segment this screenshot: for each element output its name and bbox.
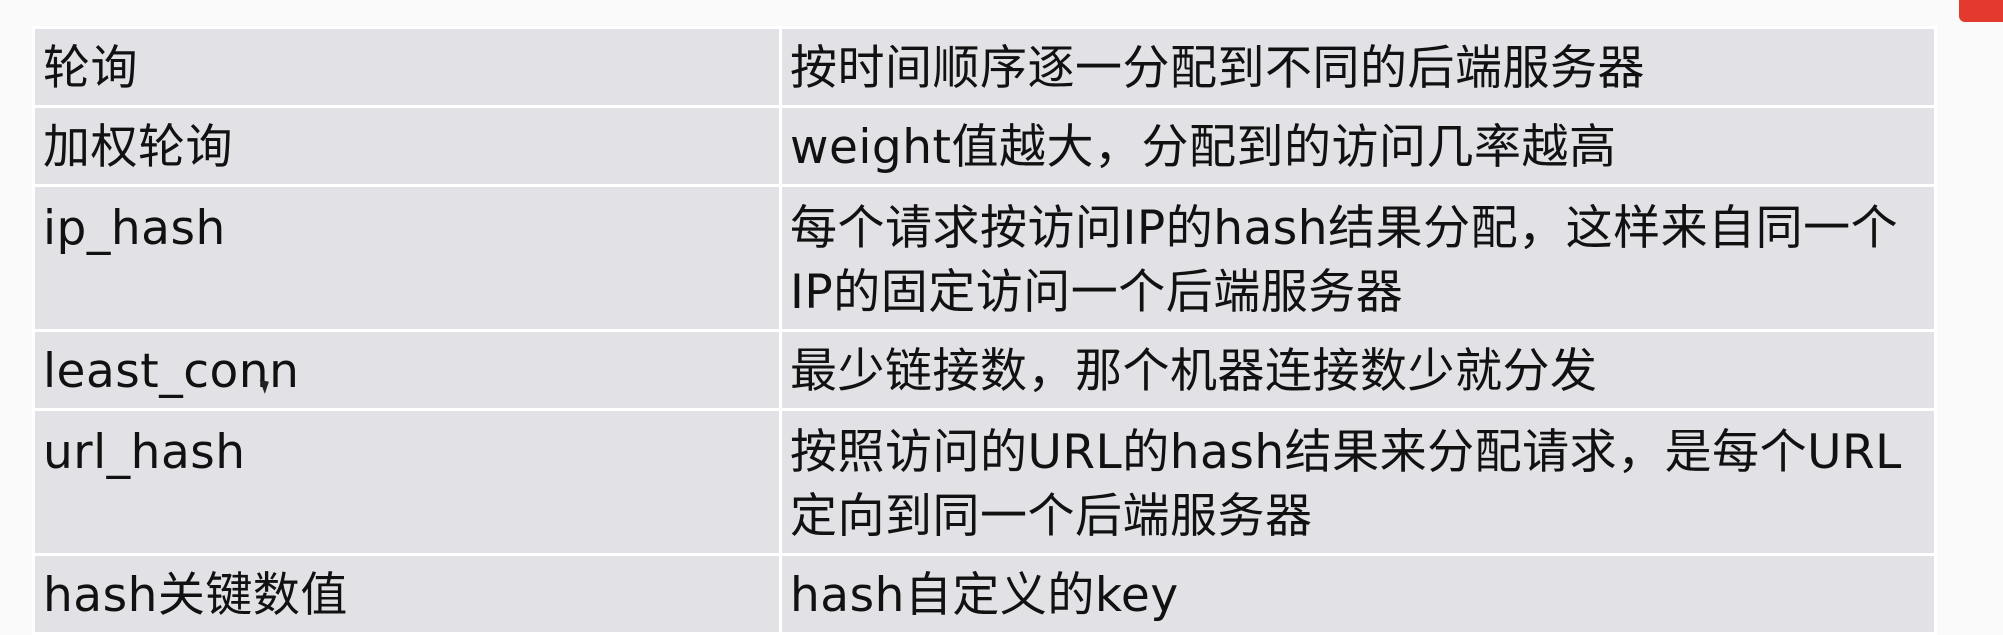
method-cell: hash关键数值 [32,553,782,635]
method-cell: 轮询 [32,26,782,108]
method-cell: least_conn [32,329,782,411]
slide-canvas: 轮询 按时间顺序逐一分配到不同的后端服务器 加权轮询 weight值越大，分配到… [0,0,2003,635]
table-row: url_hash 按照访问的URL的hash结果来分配请求，是每个URL定向到同… [32,408,1937,556]
description-cell: weight值越大，分配到的访问几率越高 [779,105,1937,187]
description-cell: 最少链接数，那个机器连接数少就分发 [779,329,1937,411]
description-cell: 按时间顺序逐一分配到不同的后端服务器 [779,26,1937,108]
method-cell: 加权轮询 [32,105,782,187]
table-row: least_conn 最少链接数，那个机器连接数少就分发 [32,329,1937,411]
method-cell: ip_hash [32,184,782,332]
table-row: 轮询 按时间顺序逐一分配到不同的后端服务器 [32,26,1937,108]
record-indicator [1959,0,2003,22]
description-cell: 每个请求按访问IP的hash结果分配，这样来自同一个IP的固定访问一个后端服务器 [779,184,1937,332]
load-balancing-table: 轮询 按时间顺序逐一分配到不同的后端服务器 加权轮询 weight值越大，分配到… [32,26,1937,635]
table-row: ip_hash 每个请求按访问IP的hash结果分配，这样来自同一个IP的固定访… [32,184,1937,332]
table-row: 加权轮询 weight值越大，分配到的访问几率越高 [32,105,1937,187]
description-cell: hash自定义的key [779,553,1937,635]
method-cell: url_hash [32,408,782,556]
description-cell: 按照访问的URL的hash结果来分配请求，是每个URL定向到同一个后端服务器 [779,408,1937,556]
table-row: hash关键数值 hash自定义的key [32,553,1937,635]
